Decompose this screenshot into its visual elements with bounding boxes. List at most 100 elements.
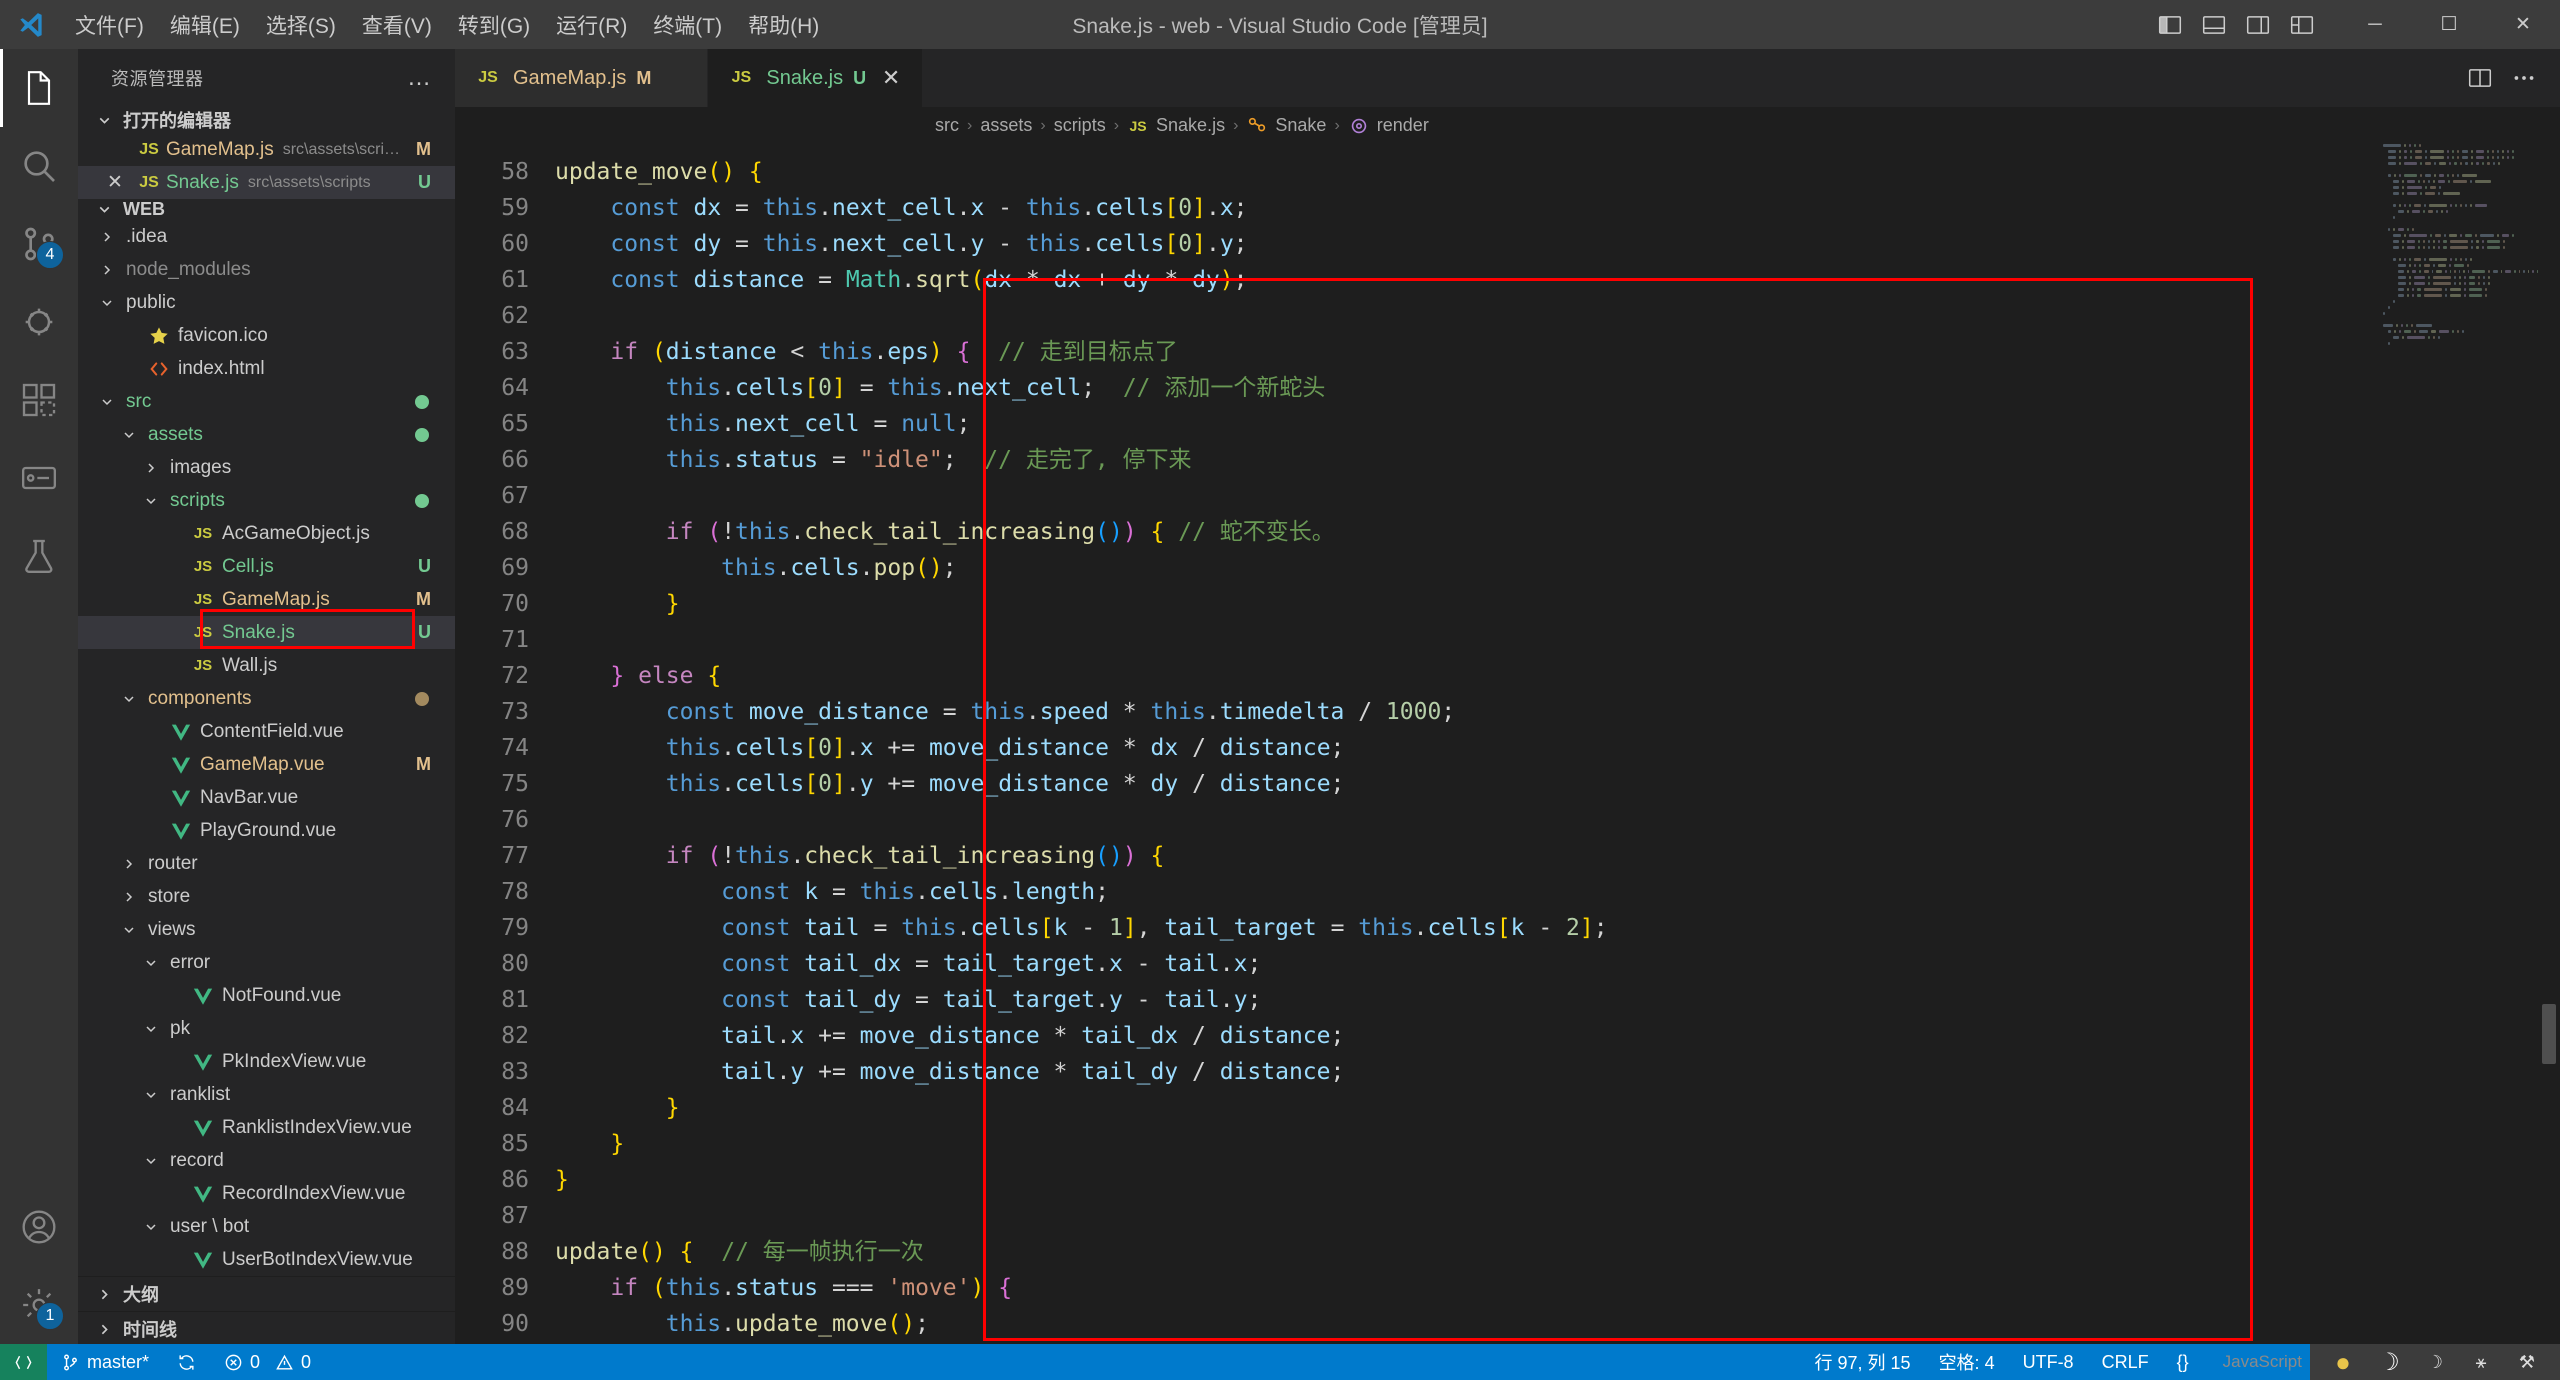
ime-language-icon[interactable]: ☽ [2366, 1344, 2412, 1380]
code-line[interactable] [555, 298, 2560, 334]
close-icon[interactable]: ✕ [98, 171, 132, 194]
breadcrumb-item[interactable]: Snake [1246, 115, 1326, 137]
code-line[interactable]: if (distance < this.eps) { // 走到目标点了 [555, 334, 2560, 370]
status-sync[interactable] [163, 1344, 210, 1380]
workspace-section-header[interactable]: WEB [78, 199, 455, 220]
tree-item-pkindexview.vue[interactable]: PkIndexView.vue [78, 1045, 455, 1078]
code-line[interactable]: this.cells[0].x += move_distance * dx / … [555, 730, 2560, 766]
code-line[interactable]: const k = this.cells.length; [555, 874, 2560, 910]
menu-item-5[interactable]: 运行(R) [543, 0, 640, 49]
code-line[interactable]: this.cells[0].y += move_distance * dy / … [555, 766, 2560, 802]
code-line[interactable]: this.cells[0] = this.next_cell; // 添加一个新… [555, 370, 2560, 406]
code-line[interactable]: const dx = this.next_cell.x - this.cells… [555, 190, 2560, 226]
timeline-section-header[interactable]: 时间线 [78, 1311, 455, 1344]
breadcrumb-item[interactable]: JS Snake.js [1127, 115, 1225, 137]
tree-item-scripts[interactable]: scripts [78, 484, 455, 517]
activity-remote-explorer[interactable] [0, 439, 78, 517]
breadcrumb[interactable]: src › assets › scripts › JS Snake.js › Snake › rend… [455, 107, 2560, 144]
code-editor[interactable]: 58 59 60 61 62 63 64 65 66 67 68 69 70 71 72 73 74 75 76 77… [455, 144, 2560, 1344]
maximize-button[interactable]: ☐ [2412, 0, 2486, 49]
code-line[interactable] [555, 478, 2560, 514]
code-line[interactable]: update() { // 每一帧执行一次 [555, 1234, 2560, 1270]
code-line[interactable]: tail.x += move_distance * tail_dx / dist… [555, 1018, 2560, 1054]
code-line[interactable]: if (this.status === 'move') { [555, 1270, 2560, 1306]
ime-indicator-icon[interactable]: ● [2320, 1344, 2366, 1380]
chevron-down-icon[interactable] [116, 922, 142, 938]
tree-item-ranklist[interactable]: ranklist [78, 1078, 455, 1111]
tree-item-record[interactable]: record [78, 1144, 455, 1177]
tree-item-gamemap.vue[interactable]: GameMap.vue M [78, 748, 455, 781]
chevron-down-icon[interactable] [138, 1153, 164, 1169]
more-editor-actions-icon[interactable] [2502, 54, 2546, 103]
editor-scrollbar[interactable] [2538, 144, 2560, 1344]
breadcrumb-item[interactable]: scripts [1054, 115, 1106, 136]
chevron-down-icon[interactable] [138, 1219, 164, 1235]
tree-item-pk[interactable]: pk [78, 1012, 455, 1045]
activity-accounts[interactable] [0, 1188, 78, 1266]
tree-item-src[interactable]: src [78, 385, 455, 418]
menu-item-3[interactable]: 查看(V) [349, 0, 445, 49]
tree-item-error[interactable]: error [78, 946, 455, 979]
outline-section-header[interactable]: 大纲 [78, 1276, 455, 1311]
tree-item-notfound.vue[interactable]: NotFound.vue [78, 979, 455, 1012]
code-line[interactable] [555, 1198, 2560, 1234]
code-line[interactable]: } [555, 1126, 2560, 1162]
tree-item-node_modules[interactable]: node_modules [78, 253, 455, 286]
tree-item-assets[interactable]: assets [78, 418, 455, 451]
chevron-right-icon[interactable] [94, 229, 120, 245]
code-line[interactable] [555, 622, 2560, 658]
status-eol[interactable]: CRLF [2088, 1344, 2163, 1380]
close-button[interactable]: ✕ [2486, 0, 2560, 49]
customize-layout-icon[interactable] [2280, 0, 2324, 49]
status-remote-indicator[interactable] [0, 1344, 47, 1380]
code-line[interactable]: tail.y += move_distance * tail_dy / dist… [555, 1054, 2560, 1090]
tree-item-gamemap.js[interactable]: JS GameMap.js M [78, 583, 455, 616]
chevron-down-icon[interactable] [138, 493, 164, 509]
status-problems[interactable]: 0 0 [210, 1344, 325, 1380]
activity-search[interactable] [0, 127, 78, 205]
moon-icon[interactable]: ☽ [2412, 1344, 2458, 1380]
activity-settings[interactable]: 1 [0, 1266, 78, 1344]
tree-item-wall.js[interactable]: JS Wall.js [78, 649, 455, 682]
minimize-button[interactable]: ─ [2338, 0, 2412, 49]
tree-item-navbar.vue[interactable]: NavBar.vue [78, 781, 455, 814]
tree-item-public[interactable]: public [78, 286, 455, 319]
code-content[interactable]: update_move() {const dx = this.next_cell… [555, 144, 2560, 1344]
toggle-primary-sidebar-icon[interactable] [2148, 0, 2192, 49]
tree-item-userbotindexview.vue[interactable]: UserBotIndexView.vue [78, 1243, 455, 1276]
tree-item-favicon.ico[interactable]: favicon.ico [78, 319, 455, 352]
chevron-right-icon[interactable] [116, 889, 142, 905]
tree-item-views[interactable]: views [78, 913, 455, 946]
open-editor-row[interactable]: JS GameMap.js src\assets\scri… M [78, 133, 455, 166]
tree-item-acgameobject.js[interactable]: JS AcGameObject.js [78, 517, 455, 550]
chevron-right-icon[interactable] [138, 460, 164, 476]
tree-item-images[interactable]: images [78, 451, 455, 484]
tab-close-icon[interactable]: ✕ [876, 65, 906, 91]
status-language-mode[interactable]: {} [2163, 1344, 2203, 1380]
activity-extensions[interactable] [0, 361, 78, 439]
chevron-down-icon[interactable] [138, 955, 164, 971]
open-editors-section-header[interactable]: 打开的编辑器 [78, 107, 455, 133]
person-icon[interactable]: ⚹ [2458, 1344, 2504, 1380]
chevron-down-icon[interactable] [116, 691, 142, 707]
code-line[interactable]: if (!this.check_tail_increasing()) { // … [555, 514, 2560, 550]
code-line[interactable]: const tail_dx = tail_target.x - tail.x; [555, 946, 2560, 982]
tree-item-cell.js[interactable]: JS Cell.js U [78, 550, 455, 583]
code-line[interactable]: const distance = Math.sqrt(dx * dx + dy … [555, 262, 2560, 298]
code-line[interactable]: const move_distance = this.speed * this.… [555, 694, 2560, 730]
menu-item-1[interactable]: 编辑(E) [157, 0, 253, 49]
code-line[interactable]: if (!this.check_tail_increasing()) { [555, 838, 2560, 874]
scrollbar-thumb[interactable] [2542, 1004, 2556, 1064]
tree-item-playground.vue[interactable]: PlayGround.vue [78, 814, 455, 847]
menu-item-6[interactable]: 终端(T) [640, 0, 735, 49]
status-indentation[interactable]: 空格: 4 [1925, 1344, 2009, 1380]
code-line[interactable]: } [555, 1162, 2560, 1198]
code-line[interactable]: } else { [555, 658, 2560, 694]
tree-item-router[interactable]: router [78, 847, 455, 880]
toggle-panel-icon[interactable] [2192, 0, 2236, 49]
code-line[interactable]: const dy = this.next_cell.y - this.cells… [555, 226, 2560, 262]
code-line[interactable]: this.update_move(); [555, 1306, 2560, 1342]
editor-tab[interactable]: JS GameMap.js M [455, 49, 709, 107]
chevron-right-icon[interactable] [116, 856, 142, 872]
breadcrumb-item[interactable]: src [935, 115, 959, 136]
